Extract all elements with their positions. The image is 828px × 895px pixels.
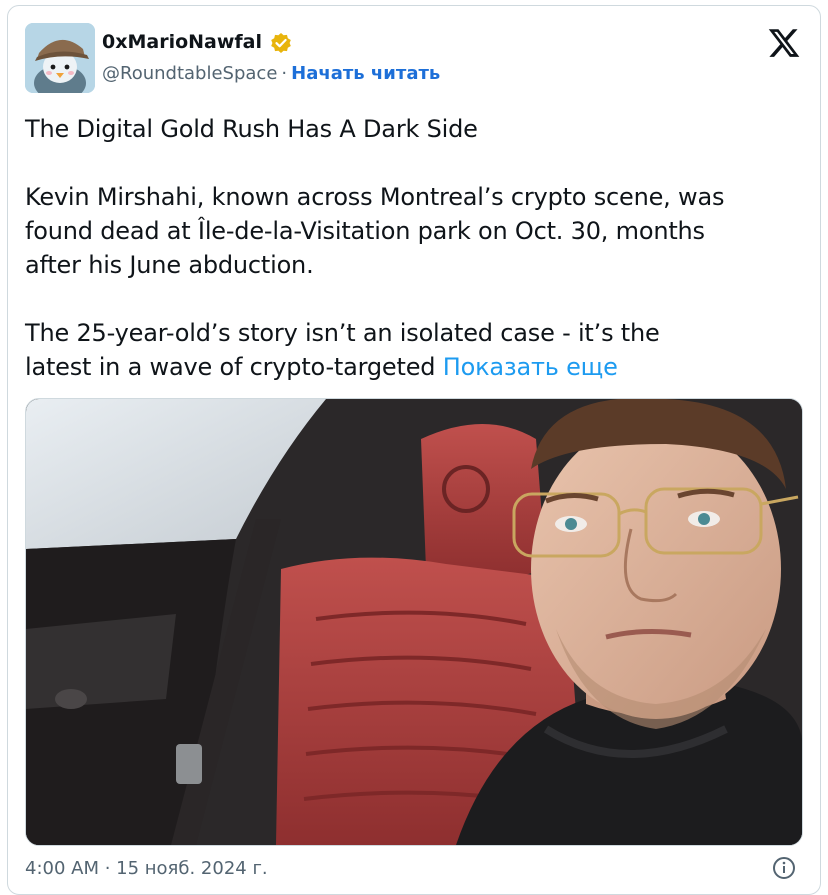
penguin-avatar-icon: [25, 23, 95, 93]
tweet-photo[interactable]: [25, 398, 803, 846]
paragraph-1-line: after his June abduction.: [25, 251, 314, 279]
tweet-title-line: The Digital Gold Rush Has A Dark Side: [25, 112, 815, 146]
tweet-timestamp[interactable]: 4:00 AM · 15 нояб. 2024 г.: [25, 858, 268, 879]
follow-link[interactable]: Начать читать: [291, 63, 440, 84]
author-avatar[interactable]: [25, 23, 95, 93]
show-more-link[interactable]: Показать еще: [443, 353, 618, 381]
paragraph-1-line: found dead at Île-de-la-Visitation park …: [25, 217, 705, 245]
paragraph-1-line: Kevin Mirshahi, known across Montreal’s …: [25, 183, 725, 211]
tweet-paragraph-1: Kevin Mirshahi, known across Montreal’s …: [25, 180, 815, 282]
info-icon[interactable]: [772, 856, 796, 880]
photo-illustration: [26, 399, 802, 845]
paragraph-2-line: latest in a wave of crypto-targeted: [25, 353, 436, 381]
author-handle[interactable]: @RoundtableSpace: [102, 63, 277, 84]
author-display-name[interactable]: 0xMarioNawfal: [102, 31, 262, 53]
handle-separator: ·: [281, 63, 288, 84]
author-handle-line: @RoundtableSpace · Начать читать: [102, 63, 440, 84]
verified-badge-icon: [271, 33, 291, 53]
tweet-title: The Digital Gold Rush Has A Dark Side: [25, 115, 478, 143]
paragraph-2-line: The 25-year-old’s story isn’t an isolate…: [25, 319, 660, 347]
tweet-paragraph-2: The 25-year-old’s story isn’t an isolate…: [25, 316, 815, 384]
x-logo-icon[interactable]: [767, 26, 801, 60]
embedded-tweet-card[interactable]: 0xMarioNawfal @RoundtableSpace · Начать чи…: [7, 5, 821, 895]
paragraph-2-last-line: latest in a wave of crypto-targeted Пока…: [25, 350, 815, 384]
